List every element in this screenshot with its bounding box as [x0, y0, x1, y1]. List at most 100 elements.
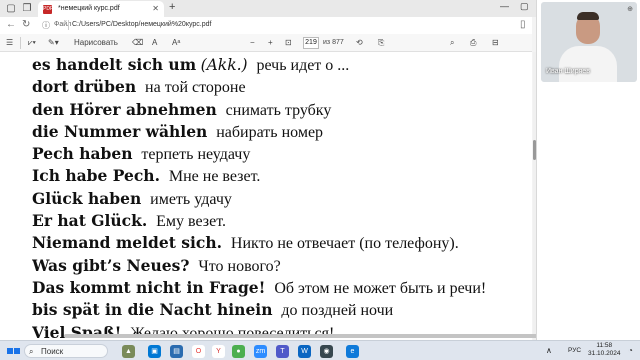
taskbar-search-text: Поиск — [41, 347, 64, 356]
minimize-icon[interactable]: — — [500, 1, 509, 11]
draw-button-label[interactable]: Нарисовать — [74, 37, 118, 49]
text-icon[interactable]: A — [152, 37, 157, 49]
participant-hair — [577, 12, 599, 20]
info-icon[interactable]: ⓘ — [42, 20, 50, 31]
explorer-icon[interactable]: ▤ — [170, 345, 183, 358]
maximize-icon[interactable]: ▢ — [520, 1, 529, 12]
notifications-icon[interactable]: ◔ — [628, 344, 633, 358]
phrase-line: Was gibt’s Neues? Что нового? — [32, 256, 532, 278]
new-tab-button[interactable]: + — [169, 1, 175, 13]
participant-name: Иван Ширяев — [546, 68, 590, 75]
zoom-out-button[interactable]: − — [250, 37, 255, 49]
rotate-icon[interactable]: ⟲ — [356, 37, 363, 49]
back-arrow-icon[interactable]: ← — [6, 19, 16, 30]
widget-icon[interactable]: ▲ — [122, 345, 135, 358]
russian-translation: Ему везет. — [156, 213, 226, 231]
tray-chevron-icon[interactable]: ∧ — [546, 344, 552, 358]
task-view-icon[interactable]: ▣ — [148, 345, 161, 358]
phrase-line: bis spät in die Nacht hinein до поздней … — [32, 300, 532, 322]
save-icon[interactable]: ⊟ — [492, 37, 499, 49]
pin-icon[interactable]: ⊕ — [627, 5, 633, 13]
russian-translation: Никто не отвечает (по телефону). — [230, 235, 459, 253]
page-count: из 877 — [323, 39, 344, 46]
contents-icon[interactable]: ☰ — [6, 37, 13, 49]
clock-time: 11:58 — [596, 342, 613, 349]
german-phrase: Was gibt’s Neues? — [32, 255, 190, 275]
participant-body — [559, 46, 617, 82]
participant-video[interactable]: ⊕ Иван Ширяев — [541, 2, 637, 82]
russian-translation: Что нового? — [198, 257, 281, 275]
read-aloud-icon[interactable]: Aᵃ — [172, 37, 180, 49]
phrase-line: Niemand meldet sich. Никто не отвечает (… — [32, 233, 532, 255]
russian-translation: снимать трубку — [225, 101, 332, 119]
close-tab-icon[interactable]: ✕ — [152, 1, 159, 17]
clock[interactable]: 11:58 31.10.2024 — [588, 342, 621, 357]
chrome-icon[interactable]: ● — [232, 345, 245, 358]
german-phrase: Er hat Glück. — [32, 211, 148, 231]
opera-icon[interactable]: O — [192, 345, 205, 358]
pdf-file-icon: PDF — [43, 5, 53, 14]
reading-view-icon[interactable]: ▯ — [520, 19, 526, 30]
url-field[interactable]: ⓘ Файл C:/Users/PC/Desktop/немецкий%20ку… — [40, 19, 516, 32]
german-phrase: den Hörer abnehmen — [32, 99, 217, 119]
phrase-line: dort drüben на той стороне — [32, 77, 532, 99]
german-phrase: Pech haben — [32, 144, 133, 164]
phrase-line: Pech haben терпеть неудачу — [32, 144, 532, 166]
phrase-line: Glück haben иметь удачу — [32, 189, 532, 211]
fit-page-icon[interactable]: ⊡ — [285, 37, 292, 49]
tab-pdf-document[interactable]: PDF *немецкий курс.pdf ✕ — [38, 1, 164, 17]
russian-translation: Мне не везет. — [168, 168, 261, 186]
search-magnifier-icon: ⌕ — [29, 347, 34, 356]
draw-icon[interactable]: ✎▾ — [48, 37, 59, 49]
horizontal-scrollbar[interactable] — [64, 334, 540, 338]
url-divider — [68, 20, 69, 30]
phrase-line: Das kommt nicht in Frage! Об этом не мож… — [32, 278, 532, 300]
start-button[interactable] — [6, 344, 20, 358]
zoom-in-button[interactable]: + — [268, 37, 273, 49]
word-icon[interactable]: W — [298, 345, 311, 358]
phrase-line: die Nummer wählen набирать номер — [32, 122, 532, 144]
page-view-icon[interactable]: ⎘ — [378, 37, 384, 49]
camera-icon[interactable]: ◉ — [320, 345, 333, 358]
eraser-icon[interactable]: ⌫ — [132, 37, 143, 49]
russian-translation: речь идет о ... — [256, 57, 350, 74]
edge-icon[interactable]: e — [346, 345, 359, 358]
russian-translation: Об этом не может быть и речи! — [274, 279, 487, 297]
grammar-note: (Akk.) — [200, 56, 248, 74]
phrase-line: den Hörer abnehmen снимать трубку — [32, 100, 532, 122]
search-icon[interactable]: ⌕ — [450, 37, 454, 49]
pdf-text-area: es handelt sich um (Akk.) речь идет о ..… — [32, 55, 532, 338]
address-bar: ← ↻ ⓘ Файл C:/Users/PC/Desktop/немецкий%… — [0, 17, 532, 34]
highlight-icon[interactable]: ⩗▾ — [28, 37, 36, 49]
german-phrase: die Nummer wählen — [32, 121, 208, 141]
toolbar-divider — [20, 37, 21, 49]
zoom-app-icon[interactable]: zm — [254, 345, 267, 358]
page-number-input[interactable]: 219 — [303, 37, 319, 49]
url-text: C:/Users/PC/Desktop/немецкий%20курс.pdf — [72, 21, 212, 28]
taskbar: ⌕ Поиск ▲ ▣ ▤ O Y ● zm T W ◉ e ∧ РУС 11:… — [0, 340, 640, 360]
german-phrase: Das kommt nicht in Frage! — [32, 277, 266, 297]
taskbar-search[interactable]: ⌕ Поиск — [24, 344, 108, 358]
teams-icon[interactable]: T — [276, 345, 289, 358]
tab-title: *немецкий курс.pdf — [58, 5, 120, 12]
pdf-toolbar: ☰ ⩗▾ ✎▾ Нарисовать ⌫ A Aᵃ − + ⊡ 219 из 8… — [0, 34, 532, 52]
german-phrase: Ich habe Pech. — [32, 166, 160, 186]
phrase-line: Ich habe Pech. Мне не везет. — [32, 166, 532, 188]
german-phrase: Glück haben — [32, 188, 142, 208]
russian-translation: иметь удачу — [150, 190, 232, 208]
russian-translation: до поздней ночи — [281, 302, 394, 320]
window-menu-icon[interactable]: ▢ — [4, 2, 18, 15]
yandex-icon[interactable]: Y — [212, 345, 225, 358]
tab-actions-icon[interactable]: ❐ — [20, 2, 34, 15]
russian-translation: на той стороне — [145, 79, 246, 97]
german-phrase: bis spät in die Nacht hinein — [32, 300, 273, 320]
language-indicator[interactable]: РУС — [568, 344, 581, 358]
clock-date: 31.10.2024 — [588, 350, 621, 357]
russian-translation: набирать номер — [216, 123, 324, 141]
phrase-line: es handelt sich um (Akk.) речь идет о ..… — [32, 55, 532, 77]
russian-translation: терпеть неудачу — [141, 146, 251, 164]
print-icon[interactable]: ⎙ — [470, 37, 476, 49]
phrase-line: Er hat Glück. Ему везет. — [32, 211, 532, 233]
german-phrase: Niemand meldet sich. — [32, 233, 222, 253]
refresh-icon[interactable]: ↻ — [22, 19, 30, 30]
